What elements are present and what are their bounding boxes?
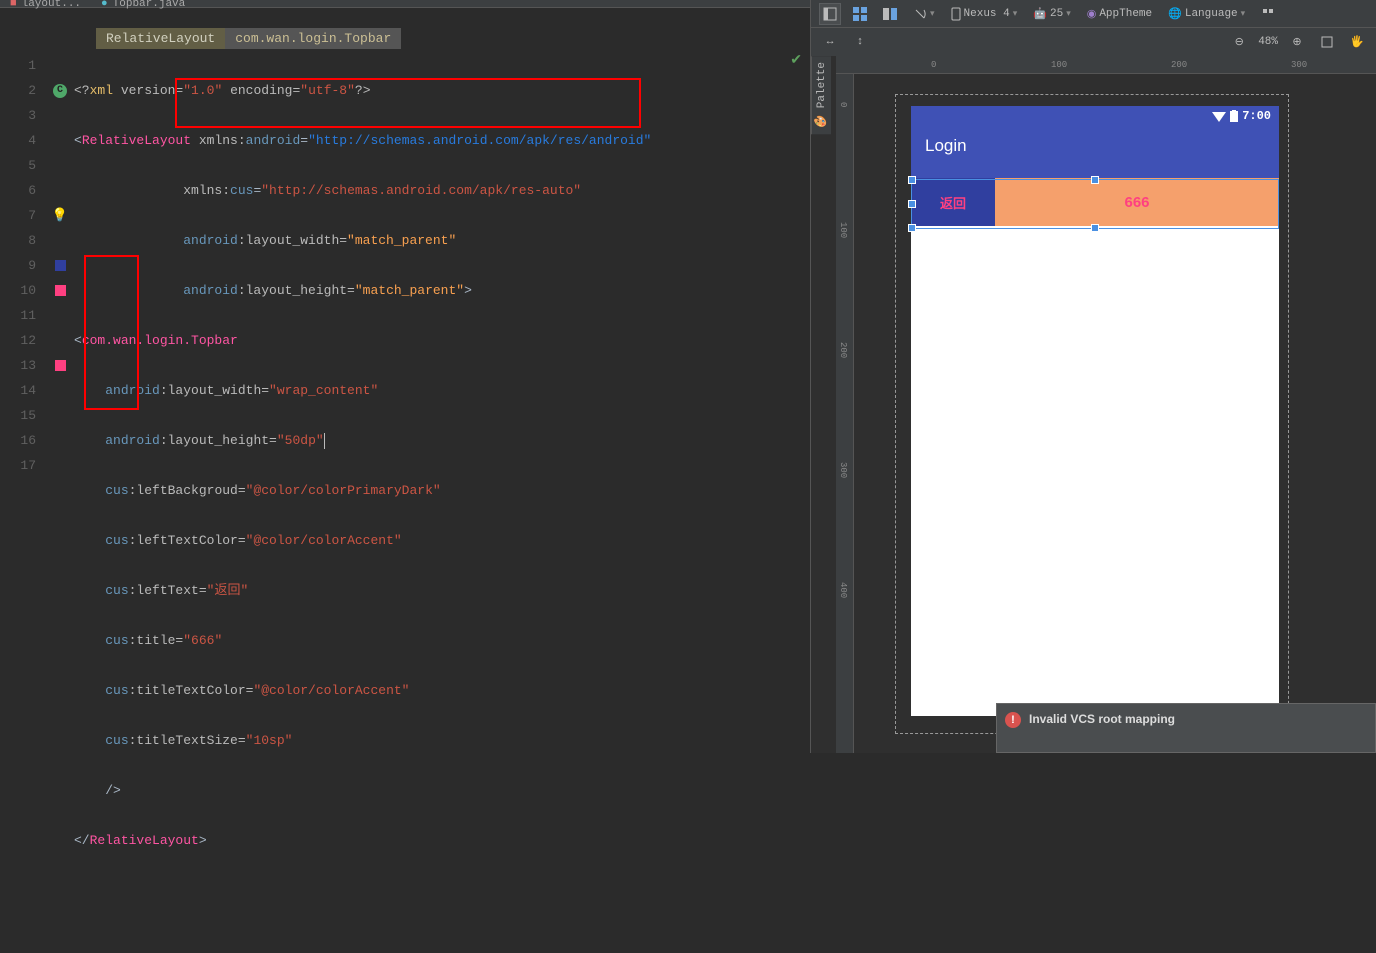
preview-topbar[interactable]: 返回 666: [911, 178, 1279, 226]
more-icon[interactable]: [1257, 3, 1279, 25]
editor-tabs: ■layout... ●Topbar.java: [0, 0, 810, 8]
code-area[interactable]: <?xml version="1.0" encoding="utf-8"?> <…: [74, 53, 810, 953]
xml-editor[interactable]: 123 456 789 101112 131415 1617 C 💡 <?xml…: [0, 53, 810, 953]
lightbulb-icon[interactable]: 💡: [52, 208, 68, 223]
class-icon: C: [53, 84, 67, 98]
ruler-vertical: 0 100 200 300 400: [836, 74, 854, 753]
line-gutter: 123 456 789 101112 131415 1617: [0, 53, 46, 953]
orientation-dropdown[interactable]: [909, 5, 939, 23]
device-dropdown[interactable]: Nexus 4: [947, 5, 1022, 23]
both-view-button[interactable]: [879, 3, 901, 25]
layout-canvas[interactable]: 7:00 Login 返回 666: [911, 106, 1279, 716]
preview-appbar: 7:00 Login: [911, 106, 1279, 178]
tab-topbar[interactable]: ●Topbar.java: [91, 0, 195, 13]
tab-layout[interactable]: ■layout...: [0, 0, 91, 13]
zoom-out-button[interactable]: ⊖: [1228, 31, 1250, 53]
breadcrumb-child[interactable]: com.wan.login.Topbar: [225, 28, 401, 49]
battery-icon: [1230, 110, 1238, 122]
fit-button[interactable]: [1316, 31, 1338, 53]
design-toolbar: Nexus 4 🤖25 ◉AppTheme 🌐Language: [811, 0, 1376, 28]
notification-title: Invalid VCS root mapping: [1029, 712, 1175, 726]
color-swatch-accent-2: [55, 360, 66, 371]
gutter-icons: C 💡: [46, 53, 74, 953]
breadcrumb-root[interactable]: RelativeLayout: [96, 28, 225, 49]
zoom-label: 48%: [1258, 36, 1278, 48]
ruler-horizontal: 0 100 200 300: [836, 56, 1376, 74]
design-area[interactable]: 🎨 Palette 0 100 200 300 0 100 200 300 40…: [811, 56, 1376, 753]
notification-popup[interactable]: ! Invalid VCS root mapping: [996, 703, 1376, 753]
palette-icon: 🎨: [816, 115, 828, 128]
pan-icon[interactable]: 🖐: [1346, 31, 1368, 53]
error-icon: !: [1005, 712, 1021, 728]
preview-app-title: Login: [911, 126, 1279, 166]
language-dropdown[interactable]: 🌐Language: [1164, 5, 1249, 23]
color-swatch-primary-dark: [55, 260, 66, 271]
color-swatch-accent: [55, 285, 66, 296]
design-view-button[interactable]: [819, 3, 841, 25]
zoom-in-button[interactable]: ⊕: [1286, 31, 1308, 53]
design-toolbar-mid: ↔ ↕ ⊖ 48% ⊕ 🖐: [811, 28, 1376, 56]
globe-icon: 🌐: [1168, 7, 1182, 21]
status-time: 7:00: [1242, 109, 1271, 123]
preview-topbar-left: 返回: [911, 178, 995, 226]
theme-icon: ◉: [1087, 7, 1097, 21]
wifi-icon: [1212, 110, 1226, 122]
palette-tab[interactable]: 🎨 Palette: [811, 56, 831, 134]
preview-topbar-title: 666: [995, 178, 1279, 226]
text-cursor: [324, 433, 325, 449]
android-icon: 🤖: [1033, 7, 1047, 21]
resize-icon[interactable]: ↕: [849, 31, 871, 53]
blueprint-view-button[interactable]: [849, 3, 871, 25]
api-dropdown[interactable]: 🤖25: [1029, 5, 1074, 23]
theme-dropdown[interactable]: ◉AppTheme: [1083, 5, 1156, 23]
move-icon[interactable]: ↔: [819, 31, 841, 53]
breadcrumb: RelativeLayout com.wan.login.Topbar: [96, 28, 810, 49]
